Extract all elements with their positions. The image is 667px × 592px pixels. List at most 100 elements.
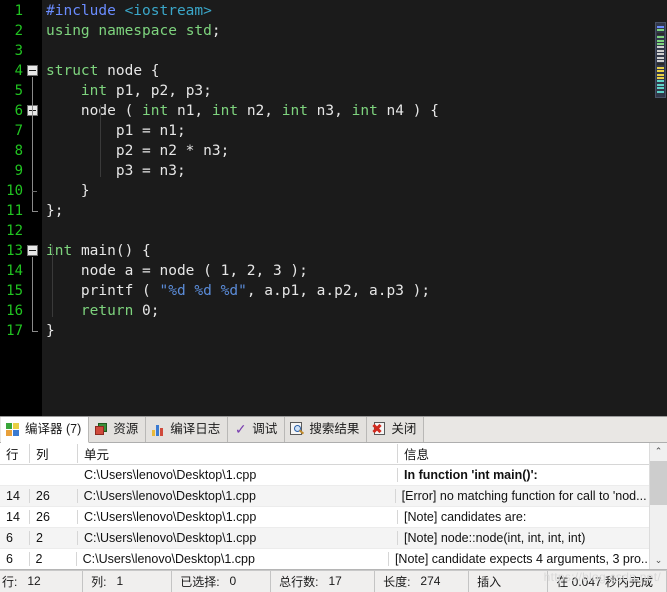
panel-tab-compiler[interactable]: 编译器 (7) <box>1 417 90 443</box>
status-value: 1 <box>116 574 124 589</box>
code-line[interactable]: }; <box>42 201 667 221</box>
table-row[interactable]: 14 26 C:\Users\lenovo\Desktop\1.cpp [Note] … <box>0 507 649 528</box>
panel-tab-search-results[interactable]: 搜索结果 <box>285 417 368 442</box>
code-line[interactable]: p2 = n2 * n3; <box>42 141 667 161</box>
code-line[interactable]: } <box>42 181 667 201</box>
panel-tab-label: 关闭 <box>391 422 417 437</box>
panel-tab-debug-check[interactable]: ✓ 调试 <box>228 417 286 442</box>
line-number: 1 <box>14 3 23 19</box>
minimap-line <box>657 32 664 35</box>
line-number: 12 <box>6 223 23 239</box>
scroll-up-arrow[interactable]: ⌃ <box>650 442 667 460</box>
status-label: 总行数: <box>279 574 319 589</box>
fold-toggle-icon[interactable] <box>27 245 38 256</box>
panel-tab-build-log[interactable]: 编译日志 <box>146 417 229 442</box>
minimap-line <box>657 36 664 39</box>
table-cell-line: 14 <box>0 488 30 503</box>
code-line[interactable]: node a = node ( 1, 2, 3 ); <box>42 261 667 281</box>
code-token: n2, <box>238 103 282 119</box>
code-line[interactable] <box>42 221 667 241</box>
table-cell-info: [Note] candidate expects 4 arguments, 3 … <box>394 551 649 566</box>
fold-region-end <box>32 331 38 332</box>
code-token: { <box>142 63 160 79</box>
panel-tab-close[interactable]: 关闭 <box>367 417 425 442</box>
line-number: 6 <box>14 103 23 119</box>
minimap-line <box>657 60 664 62</box>
code-line[interactable] <box>42 41 667 61</box>
code-token: <iostream> <box>124 3 212 19</box>
indent-guide <box>100 105 101 177</box>
table-row[interactable]: 14 26 C:\Users\lenovo\Desktop\1.cpp [Error]… <box>0 485 649 507</box>
code-token: }; <box>46 203 64 219</box>
table-cell-line: 14 <box>0 509 30 524</box>
status-bar: 行: 12 列: 1 已选择: 0 总行数: 17 长度: 274 插入在 0.047 秒内完成 h… <box>0 569 667 592</box>
table-cell-info: [Note] node::node(int, int, int, int) <box>404 530 586 545</box>
status-field: 插入 <box>469 570 549 592</box>
code-line[interactable]: using namespace std; <box>42 21 667 41</box>
minimap-line <box>657 49 664 52</box>
table-cell-info: [Note] candidates are: <box>404 509 527 524</box>
code-line[interactable]: #include <iostream> <box>42 1 667 21</box>
minimap-line <box>657 80 664 83</box>
panel-tabbar[interactable]: 编译器 (7) 资源 编译日志 ✓ 调试 搜索结果 关闭 <box>0 417 667 443</box>
code-line[interactable]: } <box>42 321 667 341</box>
status-label: 在 0.047 秒内完成 <box>556 574 654 589</box>
table-cell-info: [Error] no matching function for call to… <box>401 488 647 503</box>
panel-tab-label: 编译日志 <box>170 422 221 437</box>
compiler-messages-area: 行列单元 信息 C:\Users\lenovo\Desktop\1.cpp In f… <box>0 442 667 570</box>
code-line[interactable]: int p1, p2, p3; <box>42 81 667 101</box>
minimap-line <box>657 53 664 56</box>
table-cell-unit: C:\Users\lenovo\Desktop\1.cpp <box>78 530 398 545</box>
table-row[interactable]: 6 2 C:\Users\lenovo\Desktop\1.cpp [Note] ca… <box>0 549 649 569</box>
code-line[interactable]: printf ( "%d %d %d", a.p1, a.p2, a.p3 ); <box>42 281 667 301</box>
table-cell-line: 6 <box>0 551 30 566</box>
minimap-line <box>657 90 664 93</box>
code-line[interactable]: int main() { <box>42 241 667 261</box>
minimap-line <box>657 66 664 69</box>
panel-tab-resource[interactable]: 资源 <box>89 417 147 442</box>
status-value: 17 <box>328 574 342 589</box>
panel-tab-label: 调试 <box>252 422 278 437</box>
code-token: int <box>351 103 378 119</box>
code-token: n1, <box>168 103 212 119</box>
column-header[interactable]: 列 <box>30 443 78 463</box>
code-token: int <box>281 103 308 119</box>
compiler-messages-table[interactable]: 行列单元 信息 C:\Users\lenovo\Desktop\1.cpp In f… <box>0 442 649 569</box>
column-header[interactable]: 行 <box>0 443 30 463</box>
table-row[interactable]: C:\Users\lenovo\Desktop\1.cpp In function… <box>0 465 649 486</box>
minimap-line <box>657 29 664 32</box>
line-number: 15 <box>6 283 23 299</box>
table-vertical-scrollbar[interactable]: ⌃ ⌄ <box>649 442 667 569</box>
minimap-line <box>657 73 664 76</box>
column-header[interactable]: 信息 <box>398 444 649 463</box>
scroll-down-arrow[interactable]: ⌄ <box>650 551 667 569</box>
code-line[interactable]: return 0; <box>42 301 667 321</box>
status-label: 插入 <box>477 574 502 589</box>
code-editor[interactable]: 1 2 3 4 5 6 7 8 9 10 11 12 13 14 15 16 17 #include <iost… <box>0 0 667 417</box>
code-line[interactable]: node ( int n1, int n2, int n3, int n4 ) … <box>42 101 667 121</box>
code-text-area[interactable]: #include <iostream> using namespace std; … <box>42 0 667 417</box>
code-token: n3, <box>307 103 352 119</box>
line-number: 13 <box>6 243 23 259</box>
table-body[interactable]: C:\Users\lenovo\Desktop\1.cpp In function… <box>0 465 649 569</box>
code-token: n4 ) { <box>377 103 439 119</box>
fold-region-end <box>32 191 37 192</box>
code-line[interactable]: struct node { <box>42 61 667 81</box>
column-header[interactable]: 单元 <box>78 443 398 463</box>
line-number: 17 <box>6 323 23 339</box>
editor-marker-scrollbar[interactable] <box>653 0 667 417</box>
line-number: 16 <box>6 303 23 319</box>
scrollbar-thumb[interactable] <box>655 22 666 98</box>
table-header-row: 行列单元 信息 <box>0 442 649 465</box>
code-folding-gutter[interactable] <box>26 0 42 417</box>
code-line[interactable]: p3 = n3; <box>42 161 667 181</box>
code-line[interactable]: p1 = n1; <box>42 121 667 141</box>
ide-window: 1 2 3 4 5 6 7 8 9 10 11 12 13 14 15 16 17 #include <iost… <box>0 0 667 592</box>
scrollbar-thumb[interactable] <box>650 460 667 505</box>
code-token: node ( <box>80 103 143 119</box>
table-row[interactable]: 6 2 C:\Users\lenovo\Desktop\1.cpp [Note] no… <box>0 527 649 549</box>
fold-toggle-icon[interactable] <box>27 65 38 76</box>
